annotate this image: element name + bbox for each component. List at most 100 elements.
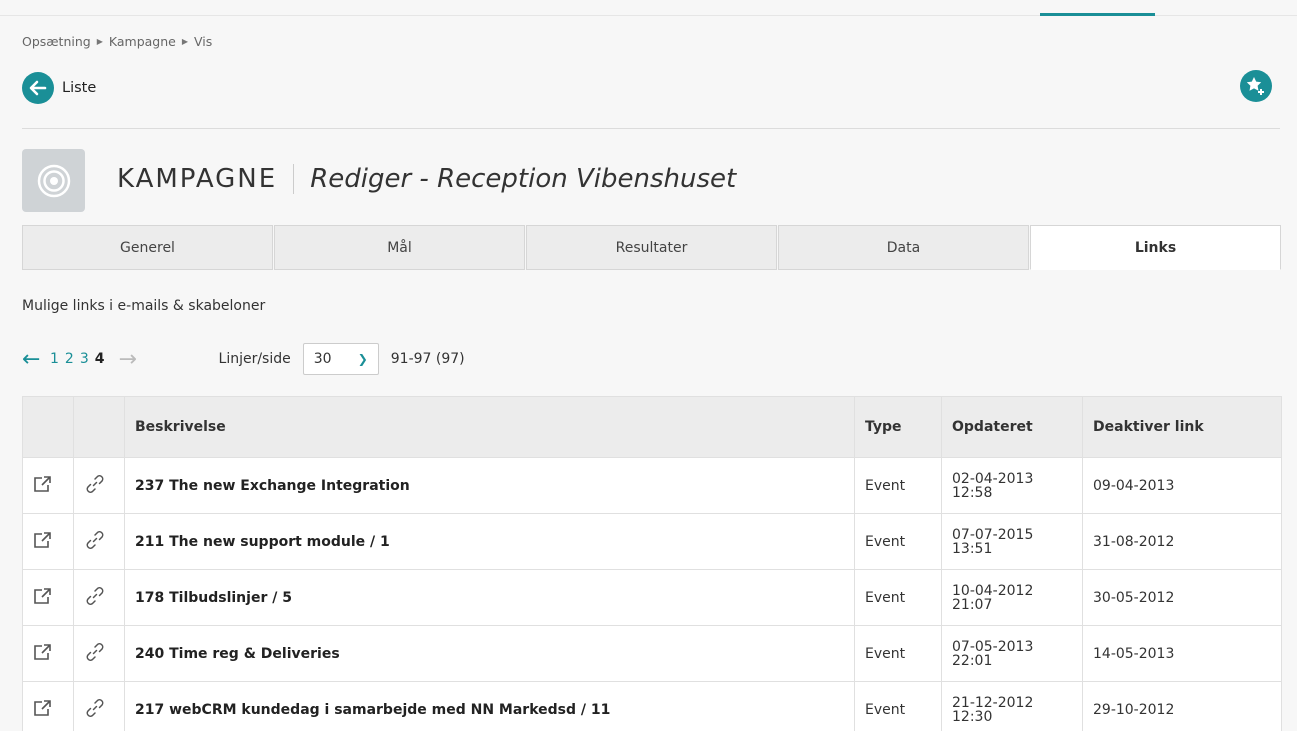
next-page-icon: → xyxy=(118,346,137,372)
pagination: ← 1 2 3 4 → Linjer/side 30 ❯ 91-97 (97) xyxy=(22,342,465,376)
cell-updated-date: 21-12-2012 xyxy=(952,694,1034,711)
page-current: 4 xyxy=(94,351,105,367)
cell-updated: 02-04-2013 12:58 xyxy=(941,457,1083,514)
col-header-link xyxy=(73,396,125,458)
back-to-list[interactable]: Liste xyxy=(22,72,96,104)
tab-data[interactable]: Data xyxy=(778,225,1029,270)
cell-type: Event xyxy=(854,457,942,514)
cell-description: 237 The new Exchange Integration xyxy=(124,457,855,514)
cell-description: 211 The new support module / 1 xyxy=(124,513,855,570)
table-row[interactable]: 217 webCRM kundedag i samarbejde med NN … xyxy=(22,681,1282,731)
chain-link-icon[interactable] xyxy=(84,586,106,611)
cell-updated-date: 10-04-2012 xyxy=(952,582,1034,599)
open-record-cell[interactable] xyxy=(22,457,74,514)
open-record-cell[interactable] xyxy=(22,681,74,731)
tab-bar: Generel Mål Resultater Data Links xyxy=(22,225,1281,270)
cell-updated: 10-04-2012 21:07 xyxy=(941,569,1083,626)
copy-link-cell[interactable] xyxy=(73,569,125,626)
cell-deactivate: 30-05-2012 xyxy=(1082,569,1282,626)
tab-generel[interactable]: Generel xyxy=(22,225,273,270)
tab-links[interactable]: Links xyxy=(1030,225,1281,270)
col-header-deactivate[interactable]: Deaktiver link xyxy=(1082,396,1282,458)
copy-link-cell[interactable] xyxy=(73,513,125,570)
cell-deactivate: 29-10-2012 xyxy=(1082,681,1282,731)
page-link-1[interactable]: 1 xyxy=(50,351,59,367)
cell-updated: 07-07-2015 13:51 xyxy=(941,513,1083,570)
cell-updated-time: 21:07 xyxy=(952,596,993,613)
table-row[interactable]: 178 Tilbudslinjer / 5 Event 10-04-2012 21:0… xyxy=(22,569,1282,626)
chain-link-icon[interactable] xyxy=(84,642,106,667)
header-divider xyxy=(22,128,1280,129)
page-link-2[interactable]: 2 xyxy=(65,351,74,367)
chain-link-icon[interactable] xyxy=(84,530,106,555)
copy-link-cell[interactable] xyxy=(73,681,125,731)
cell-description: 217 webCRM kundedag i samarbejde med NN … xyxy=(124,681,855,731)
entity-subtitle: Rediger - Reception Vibenshuset xyxy=(310,164,737,194)
external-link-icon[interactable] xyxy=(33,475,53,497)
cell-updated-time: 12:58 xyxy=(952,484,993,501)
links-table: Beskrivelse Type Opdateret Deaktiver lin… xyxy=(22,396,1282,731)
arrow-left-icon[interactable] xyxy=(22,72,54,104)
table-header-row: Beskrivelse Type Opdateret Deaktiver lin… xyxy=(22,396,1282,458)
cell-updated: 07-05-2013 22:01 xyxy=(941,625,1083,682)
cell-updated-date: 07-07-2015 xyxy=(952,526,1034,543)
chain-link-icon[interactable] xyxy=(84,474,106,499)
target-icon xyxy=(22,149,85,212)
cell-updated-time: 13:51 xyxy=(952,540,993,557)
prev-page-icon[interactable]: ← xyxy=(22,347,50,372)
chain-link-icon[interactable] xyxy=(84,698,106,723)
links-description: Mulige links i e-mails & skabeloner xyxy=(22,298,266,314)
breadcrumb: Opsætning ▶ Kampagne ▶ Vis xyxy=(22,34,212,49)
title-divider xyxy=(293,164,295,194)
star-plus-icon[interactable] xyxy=(1240,70,1272,102)
table-row[interactable]: 240 Time reg & Deliveries Event 07-05-2013… xyxy=(22,625,1282,682)
breadcrumb-separator-icon: ▶ xyxy=(96,37,103,46)
record-range: 91-97 (97) xyxy=(390,351,465,367)
lines-per-page-value: 30 xyxy=(313,351,332,367)
col-header-type[interactable]: Type xyxy=(854,396,942,458)
page-title: KAMPAGNE Rediger - Reception Vibenshuset xyxy=(117,164,736,194)
external-link-icon[interactable] xyxy=(33,531,53,553)
entity-type-label: KAMPAGNE xyxy=(117,164,278,194)
chevron-down-icon: ❯ xyxy=(357,352,368,366)
cell-description: 240 Time reg & Deliveries xyxy=(124,625,855,682)
cell-deactivate: 09-04-2013 xyxy=(1082,457,1282,514)
breadcrumb-item-campaign[interactable]: Kampagne xyxy=(109,34,176,49)
cell-type: Event xyxy=(854,625,942,682)
open-record-cell[interactable] xyxy=(22,569,74,626)
tab-maal[interactable]: Mål xyxy=(274,225,525,270)
external-link-icon[interactable] xyxy=(33,587,53,609)
external-link-icon[interactable] xyxy=(33,643,53,665)
cell-updated: 21-12-2012 12:30 xyxy=(941,681,1083,731)
tab-resultater[interactable]: Resultater xyxy=(526,225,777,270)
cell-type: Event xyxy=(854,681,942,731)
copy-link-cell[interactable] xyxy=(73,625,125,682)
open-record-cell[interactable] xyxy=(22,625,74,682)
col-header-updated[interactable]: Opdateret xyxy=(941,396,1083,458)
top-bar xyxy=(0,0,1297,16)
breadcrumb-item-setup[interactable]: Opsætning xyxy=(22,34,91,49)
external-link-icon[interactable] xyxy=(33,699,53,721)
col-header-open xyxy=(22,396,74,458)
page-link-3[interactable]: 3 xyxy=(80,351,89,367)
cell-type: Event xyxy=(854,513,942,570)
lines-per-page-select[interactable]: 30 ❯ xyxy=(302,343,379,375)
cell-updated-date: 07-05-2013 xyxy=(952,638,1034,655)
breadcrumb-item-view: Vis xyxy=(194,34,213,49)
lines-per-page-label: Linjer/side xyxy=(218,351,291,367)
cell-updated-time: 22:01 xyxy=(952,652,993,669)
back-label[interactable]: Liste xyxy=(62,80,96,96)
table-row[interactable]: 211 The new support module / 1 Event 07-07… xyxy=(22,513,1282,570)
cell-deactivate: 14-05-2013 xyxy=(1082,625,1282,682)
cell-updated-time: 12:30 xyxy=(952,708,993,725)
cell-updated-date: 02-04-2013 xyxy=(952,470,1034,487)
breadcrumb-separator-icon: ▶ xyxy=(181,37,188,46)
copy-link-cell[interactable] xyxy=(73,457,125,514)
cell-description: 178 Tilbudslinjer / 5 xyxy=(124,569,855,626)
active-nav-indicator xyxy=(1040,13,1155,16)
cell-type: Event xyxy=(854,569,942,626)
col-header-description[interactable]: Beskrivelse xyxy=(124,396,855,458)
open-record-cell[interactable] xyxy=(22,513,74,570)
table-row[interactable]: 237 The new Exchange Integration Event 02-… xyxy=(22,457,1282,514)
cell-deactivate: 31-08-2012 xyxy=(1082,513,1282,570)
